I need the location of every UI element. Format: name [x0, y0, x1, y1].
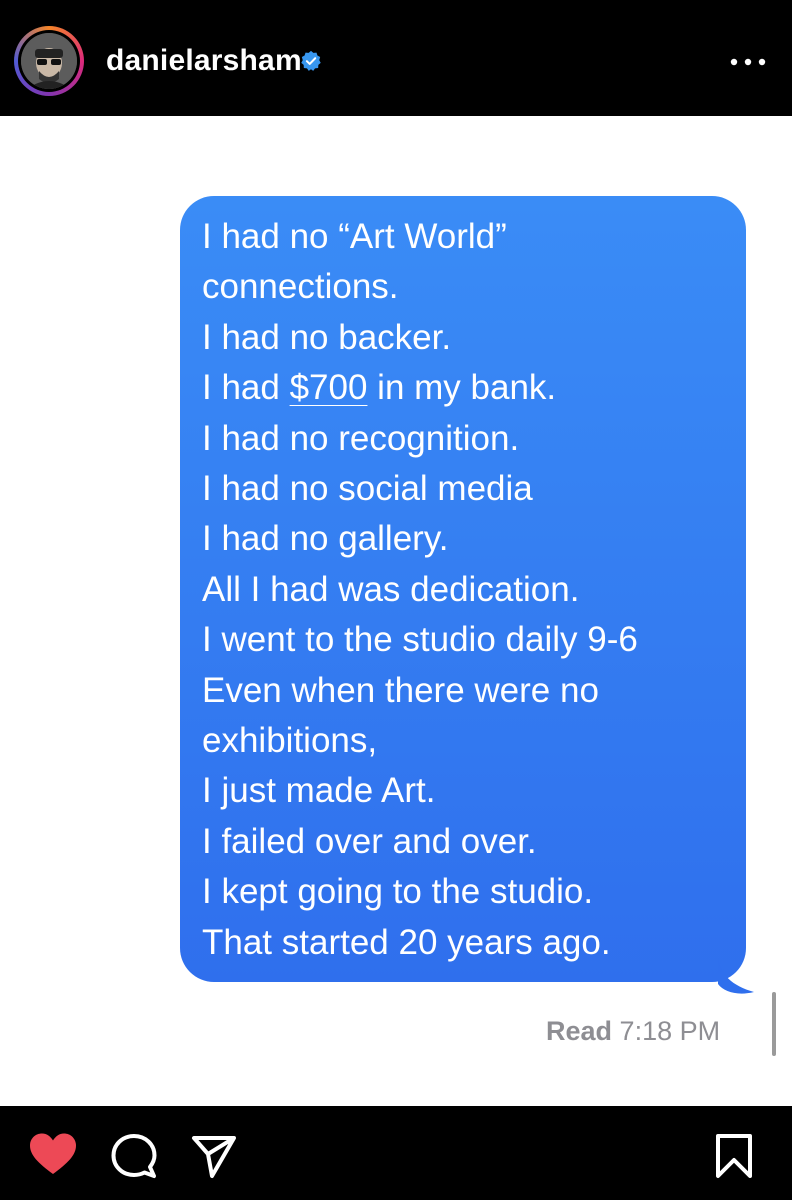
message-line: That started 20 years ago.	[202, 922, 611, 962]
post-image[interactable]: I had no “Art World” connections. I had …	[0, 116, 792, 1106]
message-line-suffix: in my bank.	[367, 368, 557, 408]
read-receipt: Read 7:18 PM	[546, 1016, 720, 1047]
avatar-photo-icon	[21, 33, 77, 89]
heart-icon[interactable]	[28, 1132, 78, 1176]
verified-badge-icon	[301, 50, 321, 71]
scrollbar[interactable]	[772, 992, 776, 1056]
share-icon[interactable]	[190, 1132, 238, 1180]
message-text: I had no “Art World” connections. I had …	[202, 212, 742, 968]
post-actions-bar	[0, 1106, 792, 1200]
more-options-icon[interactable]	[728, 56, 768, 68]
message-line: I had no backer.	[202, 317, 452, 357]
message-line: exhibitions,	[202, 721, 378, 761]
read-status: Read	[546, 1016, 613, 1046]
money-amount-link[interactable]: $700	[290, 368, 368, 407]
post-header: danielarsham	[0, 0, 792, 116]
message-line: I had no gallery.	[202, 519, 449, 559]
message-line: I had no “Art World”	[202, 217, 507, 256]
message-line: I just made Art.	[202, 771, 436, 811]
bookmark-icon[interactable]	[714, 1132, 754, 1180]
avatar[interactable]	[14, 26, 84, 96]
message-line: I had no social media	[202, 469, 533, 509]
message-line: I went to the studio daily 9-6	[202, 620, 638, 660]
message-line-amount: I had $700 in my bank.	[202, 363, 742, 413]
message-line-prefix: I had	[202, 368, 290, 408]
username[interactable]: danielarsham	[106, 44, 302, 78]
message-line: I had no recognition.	[202, 418, 520, 458]
comment-icon[interactable]	[110, 1132, 158, 1180]
message-line: I failed over and over.	[202, 821, 537, 861]
message-line: connections.	[202, 267, 399, 307]
read-time: 7:18 PM	[619, 1016, 721, 1046]
message-line: I kept going to the studio.	[202, 872, 594, 912]
message-line: Even when there were no	[202, 670, 599, 710]
message-line: All I had was dedication.	[202, 569, 580, 609]
